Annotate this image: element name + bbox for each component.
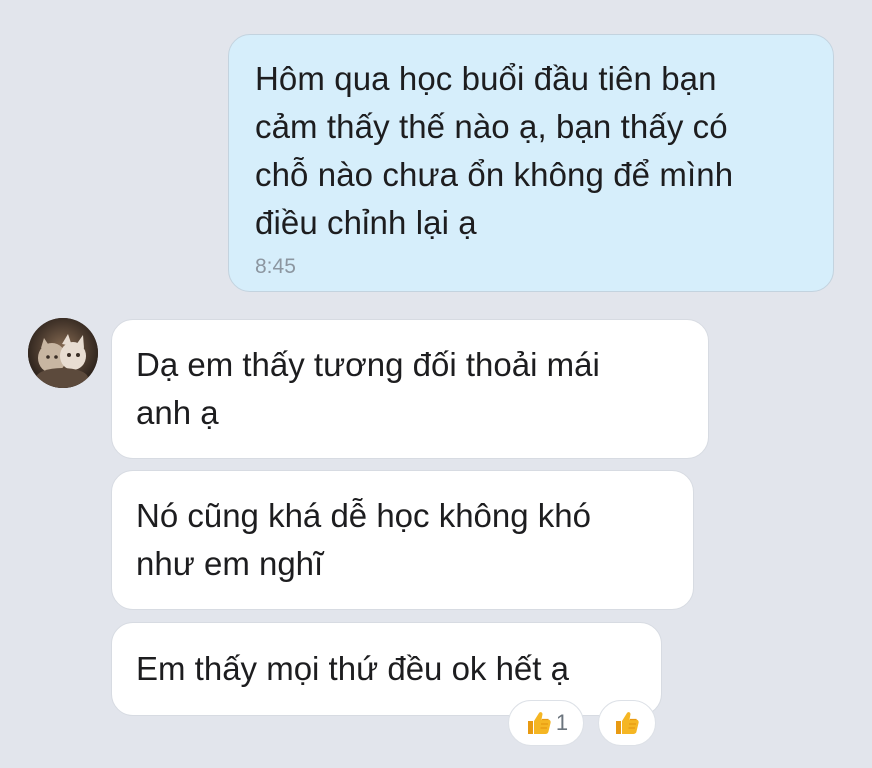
message-line: Hôm qua học buổi đầu tiên bạn [255,60,717,97]
outgoing-message-bubble[interactable]: Hôm qua học buổi đầu tiên bạn cảm thấy t… [228,34,834,292]
message-line: anh ạ [136,394,219,431]
add-reaction-button[interactable] [598,700,656,746]
thumbs-up-icon [612,708,642,738]
avatar[interactable] [28,318,98,388]
chat-thread: Hôm qua học buổi đầu tiên bạn cảm thấy t… [0,0,872,768]
message-line: điều chỉnh lại ạ [255,204,477,241]
reaction-count: 1 [555,710,569,735]
cat-avatar-image [28,318,98,388]
reaction-summary-button[interactable]: 1 [508,700,584,746]
message-line: chỗ nào chưa ổn không để mình [255,156,734,193]
incoming-message-bubble[interactable]: Em thấy mọi thứ đều ok hết ạ [111,622,662,716]
incoming-message-bubble[interactable]: Nó cũng khá dễ học không khó như em nghĩ [111,470,694,610]
thumbs-up-icon [524,708,554,738]
message-line: Dạ em thấy tương đối thoải mái [136,346,600,383]
outgoing-message-text: Hôm qua học buổi đầu tiên bạn cảm thấy t… [255,55,809,247]
message-line: Nó cũng khá dễ học không khó [136,497,591,534]
message-line: như em nghĩ [136,545,324,582]
message-timestamp: 8:45 [255,255,296,278]
message-line: Em thấy mọi thứ đều ok hết ạ [136,650,569,687]
incoming-message-bubble[interactable]: Dạ em thấy tương đối thoải mái anh ạ [111,319,709,459]
message-line: cảm thấy thế nào ạ, bạn thấy có [255,108,728,145]
